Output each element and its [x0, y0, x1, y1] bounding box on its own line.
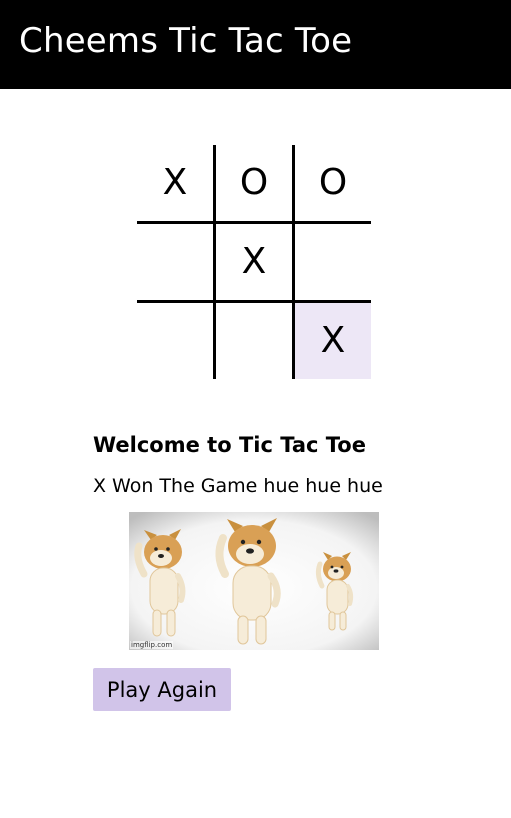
board-cell-1[interactable]: O	[216, 145, 292, 221]
board-cell-5[interactable]	[295, 224, 371, 300]
board-cell-7[interactable]	[216, 303, 292, 379]
app-header: Cheems Tic Tac Toe	[0, 0, 511, 89]
board-cell-6[interactable]	[137, 303, 213, 379]
board-cell-0[interactable]: X	[137, 145, 213, 221]
board-grid-line-vertical-2	[292, 145, 295, 379]
dancing-cheems-gif: imgflip.com	[129, 512, 379, 650]
game-board: X O O X X	[137, 145, 371, 379]
board-cell-3[interactable]	[137, 224, 213, 300]
cheems-dogs-illustration	[129, 512, 379, 650]
welcome-heading: Welcome to Tic Tac Toe	[93, 433, 366, 457]
play-again-button[interactable]: Play Again	[93, 668, 231, 711]
app-title: Cheems Tic Tac Toe	[19, 21, 353, 61]
board-grid-line-horizontal-2	[137, 300, 371, 303]
board-grid-line-horizontal-1	[137, 221, 371, 224]
board-cell-2[interactable]: O	[295, 145, 371, 221]
gif-watermark: imgflip.com	[130, 641, 174, 649]
game-status-text: X Won The Game hue hue hue	[93, 475, 383, 497]
board-cell-8[interactable]: X	[295, 303, 371, 379]
board-cell-4[interactable]: X	[216, 224, 292, 300]
board-grid-line-vertical-1	[213, 145, 216, 379]
